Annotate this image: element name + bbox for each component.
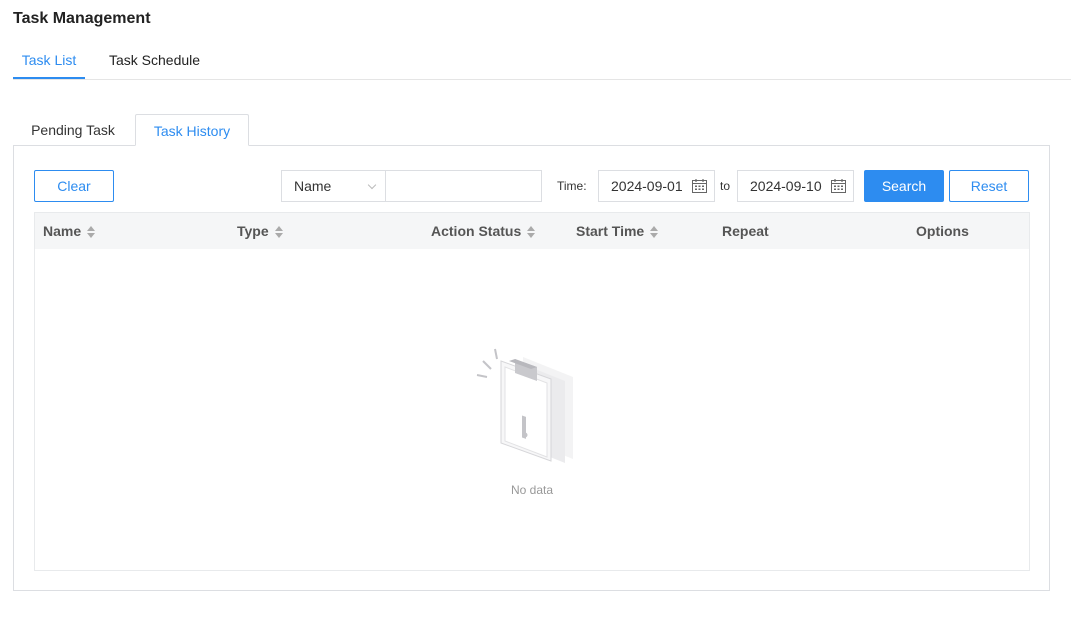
column-header-label: Start Time xyxy=(576,223,645,239)
reset-button[interactable]: Reset xyxy=(949,170,1029,202)
time-label: Time: xyxy=(557,179,587,193)
clear-button[interactable]: Clear xyxy=(34,170,114,202)
start-date-value: 2024-09-01 xyxy=(611,178,683,194)
tab-task-schedule[interactable]: Task Schedule xyxy=(98,45,218,79)
task-history-table: Name Type Action Status Start Time Repea… xyxy=(34,212,1030,571)
sort-icon[interactable] xyxy=(274,225,283,239)
page-title: Task Management xyxy=(13,10,151,27)
table-header: Name Type Action Status Start Time Repea… xyxy=(35,213,1029,249)
column-header-label: Repeat xyxy=(722,223,769,239)
calendar-icon xyxy=(692,179,707,193)
column-header-type[interactable]: Type xyxy=(237,213,283,249)
sort-icon[interactable] xyxy=(87,225,96,239)
tab-task-history[interactable]: Task History xyxy=(135,114,249,146)
filter-field-select[interactable]: Name xyxy=(281,170,386,202)
empty-state-text: No data xyxy=(510,483,554,497)
filter-field-value: Name xyxy=(294,178,332,194)
column-header-action-status[interactable]: Action Status xyxy=(431,213,536,249)
column-header-label: Type xyxy=(237,223,269,239)
column-header-label: Name xyxy=(43,223,82,239)
end-date-value: 2024-09-10 xyxy=(750,178,822,194)
empty-data-illustration xyxy=(476,348,573,463)
tab-task-list[interactable]: Task List xyxy=(13,45,85,79)
filter-value-input[interactable] xyxy=(385,170,542,202)
top-tabs: Task List Task Schedule xyxy=(13,45,1071,80)
column-header-options: Options xyxy=(916,213,969,249)
column-header-repeat: Repeat xyxy=(722,213,769,249)
sort-icon[interactable] xyxy=(527,225,536,239)
sort-icon[interactable] xyxy=(650,225,659,239)
column-header-label: Options xyxy=(916,223,969,239)
calendar-icon xyxy=(831,179,846,193)
column-header-start-time[interactable]: Start Time xyxy=(576,213,659,249)
column-header-label: Action Status xyxy=(431,223,522,239)
column-header-name[interactable]: Name xyxy=(43,213,96,249)
end-date-picker[interactable]: 2024-09-10 xyxy=(737,170,854,202)
tab-pending-task[interactable]: Pending Task xyxy=(13,114,133,146)
chevron-down-icon xyxy=(367,180,377,190)
search-button[interactable]: Search xyxy=(864,170,944,202)
task-history-panel: Clear Name Time: 2024-09-01 to 2024-09-1… xyxy=(13,145,1050,591)
to-label: to xyxy=(720,179,731,193)
start-date-picker[interactable]: 2024-09-01 xyxy=(598,170,715,202)
